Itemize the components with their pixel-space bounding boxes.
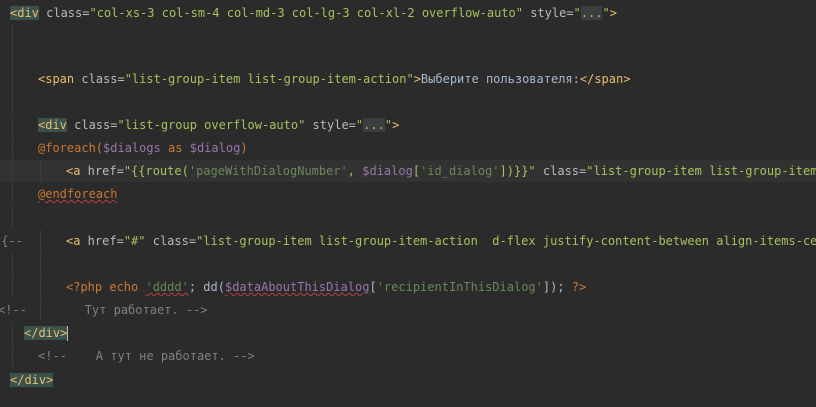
code-line[interactable] (0, 253, 816, 275)
code-text: <a href="#" class="list-group-item list-… (66, 234, 816, 248)
code-line[interactable]: <div class="col-xs-3 col-sm-4 col-md-3 c… (0, 2, 816, 24)
code-line[interactable]: <div class="list-group overflow-auto" st… (0, 114, 816, 136)
code-line[interactable] (0, 90, 816, 112)
code-text: </div> (24, 326, 69, 341)
code-text: <div class="list-group overflow-auto" st… (38, 118, 400, 132)
code-line[interactable]: <?php echo 'dddd'; dd($dataAboutThisDial… (0, 276, 816, 298)
code-text: </div> (10, 373, 54, 387)
code-text: <div class="col-xs-3 col-sm-4 col-md-3 c… (10, 6, 617, 20)
code-line-current[interactable]: <a href="{{route('pageWithDialogNumber',… (0, 160, 816, 182)
code-text: <a href="{{route('pageWithDialogNumber',… (66, 164, 816, 178)
code-text: <?php echo 'dddd'; dd($dataAboutThisDial… (66, 280, 587, 294)
code-line[interactable]: @foreach($dialogs as $dialog) (0, 137, 816, 159)
code-line[interactable] (0, 207, 816, 229)
code-line[interactable]: <!-- Тут работает. --> (0, 299, 816, 321)
code-text: {{-- (0, 234, 23, 248)
code-editor[interactable]: <div class="col-xs-3 col-sm-4 col-md-3 c… (0, 0, 816, 407)
code-line[interactable]: <span class="list-group-item list-group-… (0, 68, 816, 90)
code-text: @endforeach (38, 187, 118, 201)
text-cursor (67, 326, 69, 341)
folded-region: ... (363, 118, 385, 132)
code-text: @foreach($dialogs as $dialog) (38, 141, 248, 155)
code-line[interactable]: </div> (0, 369, 816, 391)
code-line[interactable]: {{-- <a href="#" class="list-group-item … (0, 230, 816, 252)
code-line[interactable]: </div> (0, 322, 816, 344)
folded-region: ... (580, 6, 603, 20)
code-text: <!-- Тут работает. --> (0, 303, 208, 317)
code-line[interactable] (0, 24, 816, 46)
code-line[interactable]: @endforeach (0, 183, 816, 205)
code-text: <span class="list-group-item list-group-… (38, 72, 631, 86)
code-line[interactable] (0, 46, 816, 68)
code-line[interactable]: <!-- А тут не работает. --> (0, 345, 816, 367)
code-text: <!-- А тут не работает. --> (38, 349, 255, 363)
